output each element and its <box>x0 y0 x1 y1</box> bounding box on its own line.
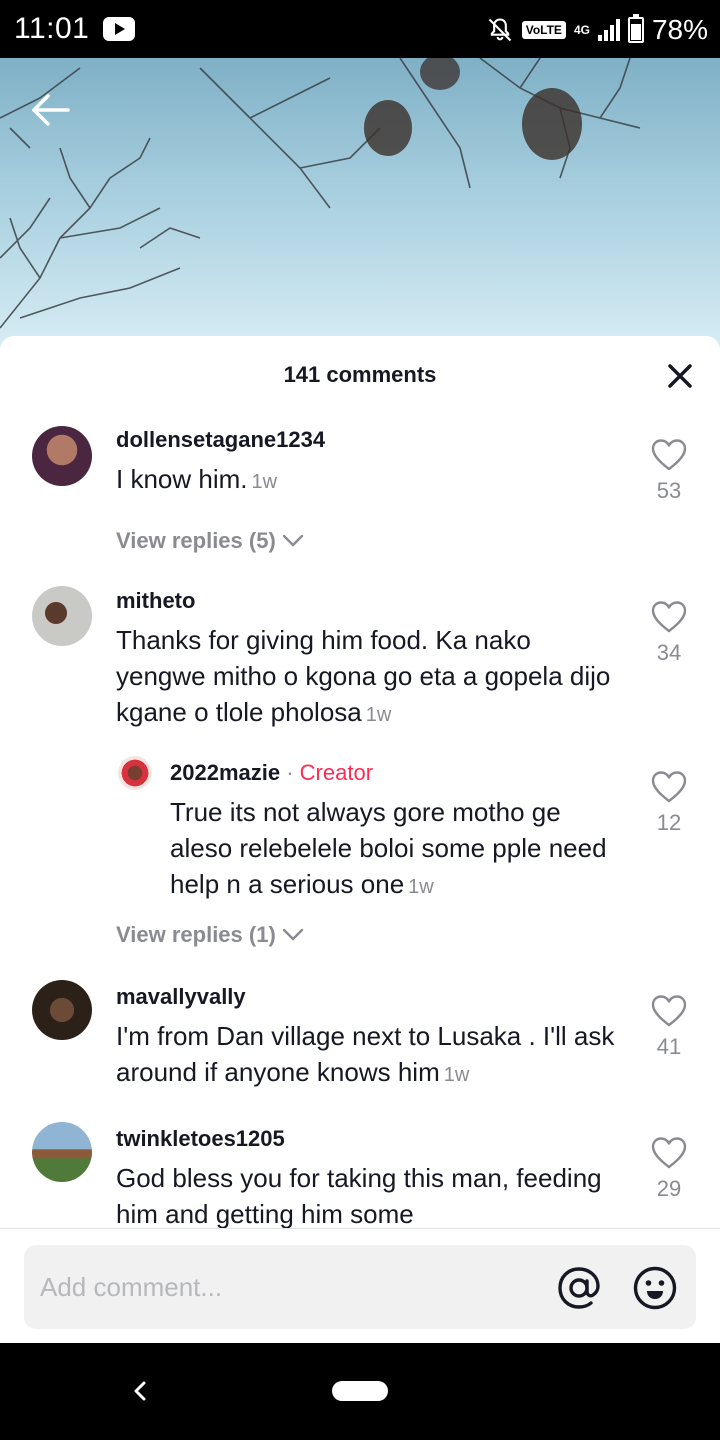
comment-text[interactable]: God bless you for taking this man, feedi… <box>116 1160 616 1228</box>
bell-off-icon <box>488 18 511 42</box>
view-replies-button[interactable]: View replies (5) <box>116 528 304 554</box>
comments-header: 141 comments <box>0 336 720 414</box>
avatar[interactable] <box>32 586 92 646</box>
like-button[interactable]: 29 <box>639 1136 699 1202</box>
signal-icon <box>597 19 620 41</box>
status-icons: VoLTE 4G 78% <box>486 12 708 48</box>
separator-dot: · <box>286 760 294 785</box>
like-count: 41 <box>656 1034 682 1059</box>
video-background <box>0 58 720 358</box>
like-button[interactable]: 34 <box>639 600 699 666</box>
add-comment-input[interactable] <box>40 1245 540 1329</box>
system-nav-bar <box>0 1343 720 1440</box>
status-bar: 11:01 VoLTE 4G 78% <box>0 0 720 58</box>
battery-icon <box>627 14 644 43</box>
avatar[interactable] <box>32 980 92 1040</box>
volte-badge: VoLTE <box>521 21 566 39</box>
comment-text[interactable]: I'm from Dan village next to Lusaka . I'… <box>116 1018 636 1093</box>
tree-branches-image <box>0 58 641 329</box>
close-icon[interactable] <box>666 362 694 390</box>
heart-icon <box>651 771 687 803</box>
view-replies-button[interactable]: View replies (1) <box>116 922 304 948</box>
comment-input-bar <box>0 1228 720 1343</box>
heart-icon <box>651 995 687 1027</box>
like-button[interactable]: 41 <box>639 994 699 1060</box>
reply-username[interactable]: 2022mazie <box>170 760 280 785</box>
comment-username[interactable]: dollensetagane1234 <box>116 427 325 453</box>
mention-icon[interactable] <box>556 1265 602 1311</box>
comments-list[interactable]: dollensetagane1234 I know him. 1w 53 View… <box>0 414 720 1228</box>
reply-username-line: 2022mazie · Creator <box>170 760 373 786</box>
like-count: 53 <box>656 478 682 503</box>
chevron-down-icon <box>282 928 303 941</box>
network-type: 4G <box>573 23 590 37</box>
home-pill[interactable] <box>332 1381 388 1401</box>
avatar[interactable] <box>118 756 152 790</box>
comment-text[interactable]: I know him. 1w <box>116 461 636 500</box>
emoji-icon[interactable] <box>632 1265 678 1311</box>
status-time: 11:01 <box>14 12 90 45</box>
like-count: 12 <box>656 810 682 835</box>
comment-input-container <box>24 1245 696 1329</box>
comment-username[interactable]: mavallyvally <box>116 984 246 1010</box>
comment-time: 1w <box>443 1064 470 1086</box>
avatar[interactable] <box>32 1122 92 1182</box>
comment-username[interactable]: mitheto <box>116 588 195 614</box>
like-count: 29 <box>656 1176 682 1201</box>
heart-icon <box>651 601 687 633</box>
comments-sheet: 141 comments dollensetagane1234 I know h… <box>0 336 720 1343</box>
like-count: 34 <box>656 640 682 665</box>
like-button[interactable]: 12 <box>639 770 699 836</box>
nav-back-icon[interactable] <box>126 1377 154 1405</box>
youtube-icon <box>103 17 135 41</box>
avatar[interactable] <box>32 426 92 486</box>
comment-time: 1w <box>251 471 278 493</box>
comment-time: 1w <box>365 704 392 726</box>
reply-time: 1w <box>408 876 434 898</box>
comment-text[interactable]: Thanks for giving him food. Ka nako yeng… <box>116 622 616 733</box>
back-arrow-icon[interactable] <box>28 88 72 132</box>
creator-badge: Creator <box>299 760 374 785</box>
heart-icon <box>651 439 687 471</box>
like-button[interactable]: 53 <box>639 438 699 504</box>
reply-text[interactable]: True its not always gore motho ge aleso … <box>170 794 630 905</box>
chevron-down-icon <box>282 534 303 547</box>
battery-percent: 78% <box>651 14 708 45</box>
comments-count-title: 141 comments <box>283 362 437 387</box>
heart-icon <box>651 1137 687 1169</box>
comment-username[interactable]: twinkletoes1205 <box>116 1126 285 1152</box>
